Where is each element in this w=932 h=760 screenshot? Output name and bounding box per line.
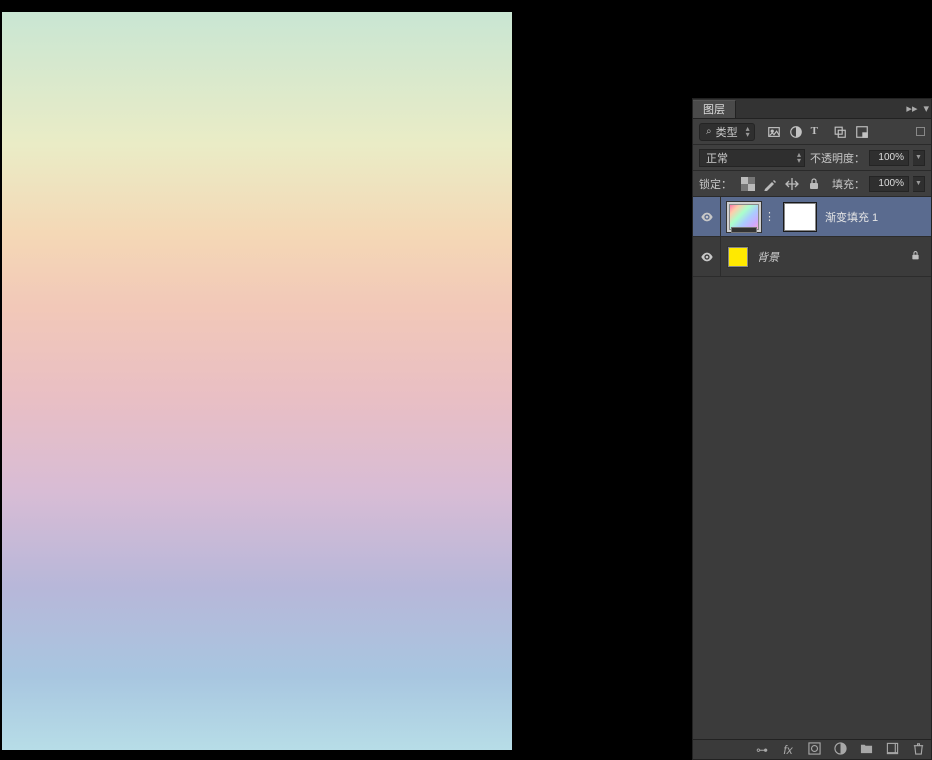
lock-label: 锁定： — [699, 176, 732, 192]
lock-pixels-icon[interactable] — [763, 177, 777, 191]
chevron-updown-icon: ▴▾ — [797, 152, 801, 164]
add-mask-icon[interactable] — [807, 742, 821, 758]
link-layers-icon[interactable]: ⊶ — [755, 743, 769, 757]
canvas-document[interactable] — [2, 12, 512, 750]
layer-thumbnail[interactable] — [727, 246, 749, 268]
opacity-dropdown[interactable]: ▼ — [913, 150, 925, 166]
lock-row: 锁定： 填充： 100% ▼ — [693, 171, 931, 197]
visibility-toggle[interactable] — [693, 237, 721, 276]
blend-mode-value: 正常 — [706, 150, 728, 166]
filter-text-icon[interactable]: T — [811, 125, 825, 139]
filter-smart-icon[interactable] — [855, 125, 869, 139]
delete-layer-icon[interactable] — [911, 742, 925, 758]
blend-row: 正常 ▴▾ 不透明度： 100% ▼ — [693, 145, 931, 171]
filter-kind-label: 类型 — [716, 124, 738, 140]
panel-tabbar: 图层 ▸▸ ▾ — [693, 99, 931, 119]
lock-position-icon[interactable] — [785, 177, 799, 191]
fill-label: 填充： — [832, 176, 865, 192]
panel-menu[interactable]: ▸▸ ▾ — [906, 102, 929, 115]
filter-adjust-icon[interactable] — [789, 125, 803, 139]
blend-mode-dropdown[interactable]: 正常 ▴▾ — [699, 149, 805, 167]
new-layer-icon[interactable] — [885, 742, 899, 758]
visibility-toggle[interactable] — [693, 197, 721, 236]
tab-layers[interactable]: 图层 — [693, 100, 736, 118]
filter-shape-icon[interactable] — [833, 125, 847, 139]
layer-thumbnail[interactable] — [727, 202, 761, 232]
lock-icon — [910, 250, 921, 264]
layer-mask-thumbnail[interactable] — [783, 202, 817, 232]
filter-pixel-icon[interactable] — [767, 125, 781, 139]
filter-row: ⌕ 类型 ▴▾ T — [693, 119, 931, 145]
layer-background[interactable]: 背景 — [693, 237, 931, 277]
new-adjustment-icon[interactable] — [833, 742, 847, 758]
layer-panel-footer: ⊶ fx — [693, 739, 931, 759]
search-icon: ⌕ — [706, 126, 712, 137]
collapse-icon[interactable]: ▸▸ — [906, 102, 917, 115]
layers-panel: 图层 ▸▸ ▾ ⌕ 类型 ▴▾ T — [692, 98, 932, 760]
new-group-icon[interactable] — [859, 742, 873, 758]
lock-all-icon[interactable] — [807, 177, 821, 191]
layer-name[interactable]: 背景 — [757, 249, 779, 265]
opacity-field[interactable]: 100% — [869, 150, 909, 166]
filter-kind-dropdown[interactable]: ⌕ 类型 ▴▾ — [699, 123, 755, 141]
chevron-updown-icon: ▴▾ — [746, 126, 750, 138]
lock-transparency-icon[interactable] — [741, 177, 755, 191]
layer-gradient-fill-1[interactable]: ⋮ 渐变填充 1 — [693, 197, 931, 237]
link-icon[interactable]: ⋮ — [764, 210, 774, 223]
fill-dropdown[interactable]: ▼ — [913, 176, 925, 192]
filter-toggle[interactable] — [916, 127, 925, 136]
layer-fx-icon[interactable]: fx — [781, 743, 795, 757]
menu-icon[interactable]: ▾ — [923, 102, 929, 115]
fill-field[interactable]: 100% — [869, 176, 909, 192]
opacity-label: 不透明度： — [810, 150, 865, 166]
layer-list: ⋮ 渐变填充 1 背景 — [693, 197, 931, 739]
layer-name[interactable]: 渐变填充 1 — [825, 209, 878, 225]
